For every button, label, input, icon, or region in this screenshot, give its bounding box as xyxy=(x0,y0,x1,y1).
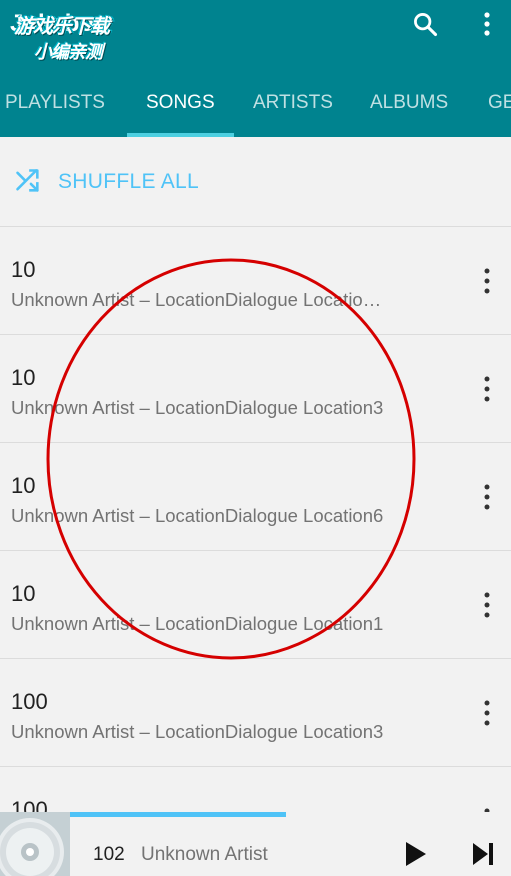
song-title: 100 xyxy=(11,689,48,714)
song-subtitle: Unknown Artist – LocationDialogue Locati… xyxy=(11,289,382,310)
play-icon xyxy=(406,842,426,866)
more-vert-icon xyxy=(484,12,490,36)
app-bar: Jukebox 游戏乐下载 小编亲测 PLAYLISTS SONGS ARTIS… xyxy=(0,0,511,137)
search-button[interactable] xyxy=(407,6,443,42)
overflow-menu-button[interactable] xyxy=(469,6,505,42)
watermark-line-1: 游戏乐下载 xyxy=(14,16,110,38)
now-playing-artist: Unknown Artist xyxy=(141,844,268,865)
song-title: 10 xyxy=(11,365,36,390)
song-subtitle: Unknown Artist – LocationDialogue Locati… xyxy=(11,613,384,634)
tab-playlists[interactable]: PLAYLISTS xyxy=(5,92,105,114)
tab-albums[interactable]: ALBUMS xyxy=(370,92,448,114)
song-row[interactable]: 10 Unknown Artist – LocationDialogue Loc… xyxy=(0,442,511,550)
song-menu-button[interactable] xyxy=(474,481,500,513)
song-menu-button[interactable] xyxy=(474,265,500,297)
more-vert-icon xyxy=(484,592,490,618)
song-menu-button[interactable] xyxy=(474,697,500,729)
more-vert-icon xyxy=(484,376,490,402)
play-button[interactable] xyxy=(398,836,432,872)
tab-bar: PLAYLISTS SONGS ARTISTS ALBUMS GE xyxy=(0,68,511,137)
song-row[interactable]: 10 Unknown Artist – LocationDialogue Loc… xyxy=(0,226,511,334)
watermark-line-2: 小编亲测 xyxy=(34,42,103,62)
tab-songs[interactable]: SONGS xyxy=(146,92,215,114)
skip-next-icon xyxy=(473,843,493,865)
song-title: 10 xyxy=(11,581,36,606)
song-subtitle: Unknown Artist – LocationDialogue Locati… xyxy=(11,721,384,742)
watermark: 游戏乐下载 小编亲测 xyxy=(14,10,146,64)
tab-genres[interactable]: GE xyxy=(488,92,511,114)
playback-progress-fill xyxy=(70,812,286,817)
shuffle-all-label: SHUFFLE ALL xyxy=(58,170,200,193)
more-vert-icon xyxy=(484,268,490,294)
shuffle-icon xyxy=(16,169,39,192)
song-menu-button[interactable] xyxy=(474,589,500,621)
cd-disc-icon xyxy=(0,812,70,876)
song-row[interactable]: 10 Unknown Artist – LocationDialogue Loc… xyxy=(0,550,511,658)
song-subtitle: Unknown Artist – LocationDialogue Locati… xyxy=(11,397,384,418)
skip-next-button[interactable] xyxy=(466,836,500,872)
shuffle-all-button[interactable]: SHUFFLE ALL xyxy=(0,137,511,226)
song-title: 10 xyxy=(11,257,36,282)
song-row[interactable]: 100 Unknown Artist – LocationDialogue Lo… xyxy=(0,658,511,766)
now-playing-track-number: 102 xyxy=(93,844,125,865)
song-row[interactable]: 10 Unknown Artist – LocationDialogue Loc… xyxy=(0,334,511,442)
song-subtitle: Unknown Artist – LocationDialogue Locati… xyxy=(11,505,384,526)
more-vert-icon xyxy=(484,484,490,510)
search-icon xyxy=(414,13,438,37)
song-menu-button[interactable] xyxy=(474,373,500,405)
tab-artists[interactable]: ARTISTS xyxy=(253,92,333,114)
more-vert-icon xyxy=(484,700,490,726)
album-art[interactable] xyxy=(0,812,70,876)
song-title: 10 xyxy=(11,473,36,498)
